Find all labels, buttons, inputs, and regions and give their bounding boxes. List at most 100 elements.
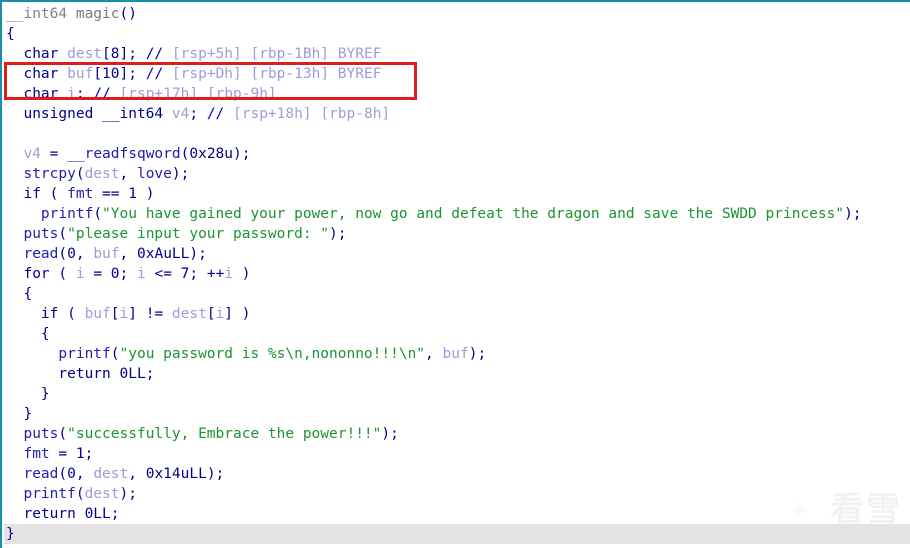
code-token: "please input your password: "	[67, 226, 330, 242]
code-token: buf	[67, 66, 94, 82]
code-line[interactable]: printf("you password is %s\n,nononno!!!\…	[4, 344, 910, 364]
code-token: dest	[171, 306, 207, 322]
code-line[interactable]: fmt = 1;	[4, 444, 910, 464]
code-token: ;	[110, 506, 120, 522]
code-token: dest	[67, 46, 103, 62]
code-line[interactable]: }	[4, 524, 910, 544]
code-token: ,	[75, 246, 94, 262]
code-token: ()	[119, 6, 137, 22]
code-line[interactable]: if ( fmt == 1 )	[4, 184, 910, 204]
code-line[interactable]: puts("please input your password: ");	[4, 224, 910, 244]
code-line[interactable]: printf("You have gained your power, now …	[4, 204, 910, 224]
code-token: //	[145, 66, 172, 82]
code-token: printf	[6, 206, 94, 222]
code-token: i	[137, 266, 146, 282]
code-token: ];	[119, 66, 146, 82]
code-token: __int64	[6, 6, 76, 22]
code-token: i	[67, 86, 76, 102]
code-token: 1	[128, 186, 137, 202]
code-line[interactable]: {	[4, 324, 910, 344]
code-line[interactable]: char buf[10]; // [rsp+Dh] [rbp-13h] BYRE…	[4, 64, 910, 84]
code-line[interactable]: if ( buf[i] != dest[i] )	[4, 304, 910, 324]
code-line[interactable]: }	[4, 384, 910, 404]
code-token: =	[40, 146, 68, 162]
code-token: ;	[84, 446, 94, 462]
code-token: return	[6, 366, 120, 382]
code-line[interactable]: return 0LL;	[4, 504, 910, 524]
code-token: ;	[189, 106, 207, 122]
code-token: printf	[6, 486, 76, 502]
code-token: magic	[75, 6, 120, 22]
code-line[interactable]: printf(dest);	[4, 484, 910, 504]
code-token: );	[329, 226, 347, 242]
code-token: );	[206, 466, 225, 482]
code-line[interactable]: v4 = __readfsqword(0x28u);	[4, 144, 910, 164]
pseudocode-editor[interactable]: __int64 magic(){ char dest[8]; // [rsp+5…	[0, 0, 910, 548]
code-line[interactable]: strcpy(dest, love);	[4, 164, 910, 184]
code-line[interactable]: unsigned __int64 v4; // [rsp+18h] [rbp-8…	[4, 104, 910, 124]
code-line[interactable]: return 0LL;	[4, 364, 910, 384]
code-token: 0	[67, 466, 76, 482]
code-token: );	[381, 426, 399, 442]
code-token: ,	[119, 166, 137, 182]
code-token: dest	[84, 166, 120, 182]
code-token: i	[119, 306, 129, 322]
code-line[interactable]: char dest[8]; // [rsp+5h] [rbp-1Bh] BYRE…	[4, 44, 910, 64]
code-token: (	[110, 346, 120, 362]
code-listing[interactable]: __int64 magic(){ char dest[8]; // [rsp+5…	[2, 2, 910, 548]
code-token: {	[6, 326, 50, 342]
code-token: char	[6, 46, 68, 62]
code-token: puts	[6, 426, 59, 442]
code-token: 0x28u	[189, 146, 234, 162]
code-token: ; ++	[189, 266, 225, 282]
code-token: printf	[6, 346, 111, 362]
code-token: 0x14uLL	[145, 466, 207, 482]
code-line[interactable]: read(0, dest, 0x14uLL);	[4, 464, 910, 484]
code-token: );	[171, 166, 190, 182]
code-token: [	[110, 306, 120, 322]
code-token: );	[468, 346, 487, 362]
code-line[interactable]: __int64 magic()	[4, 4, 910, 24]
code-token: char	[6, 66, 68, 82]
code-token: love	[136, 166, 172, 182]
code-line[interactable]	[4, 124, 910, 144]
code-line[interactable]: {	[4, 284, 910, 304]
code-token: 0xAuLL	[137, 246, 190, 262]
code-token: [rsp+Dh] [rbp-13h] BYREF	[171, 66, 382, 82]
code-token: 0	[67, 246, 76, 262]
code-token: __readfsqword	[67, 146, 181, 162]
code-token: i	[215, 306, 225, 322]
code-token: ,	[128, 466, 146, 482]
code-token: buf	[442, 346, 469, 362]
code-token: 1	[75, 446, 85, 462]
code-line[interactable]: }	[4, 404, 910, 424]
code-token: [rsp+18h] [rbp-8h]	[233, 106, 391, 122]
code-token: ,	[425, 346, 443, 362]
code-token: "successfully, Embrace the power!!!"	[67, 426, 382, 442]
code-token: "You have gained your power, now go and …	[102, 206, 845, 222]
code-line[interactable]: char i; // [rsp+17h] [rbp-9h]	[4, 84, 910, 104]
code-token: (	[75, 166, 85, 182]
code-line[interactable]: read(0, buf, 0xAuLL);	[4, 244, 910, 264]
code-token: (	[67, 306, 85, 322]
code-line[interactable]: for ( i = 0; i <= 7; ++i )	[4, 264, 910, 284]
code-token: puts	[6, 226, 59, 242]
code-token: 0	[110, 266, 120, 282]
code-token: 0LL	[119, 366, 146, 382]
code-token: if	[6, 306, 68, 322]
code-token: =	[49, 446, 76, 462]
code-token: char	[6, 86, 68, 102]
code-token: ;	[119, 266, 137, 282]
code-token: fmt	[67, 186, 94, 202]
code-token: }	[6, 526, 15, 542]
code-token: dest	[93, 466, 129, 482]
code-token: v4	[6, 146, 41, 162]
code-token: dest	[84, 486, 120, 502]
code-token: );	[844, 206, 862, 222]
code-token: [	[206, 306, 216, 322]
code-line[interactable]: puts("successfully, Embrace the power!!!…	[4, 424, 910, 444]
code-line[interactable]: {	[4, 24, 910, 44]
code-token: [	[102, 46, 111, 62]
code-token: (	[58, 266, 76, 282]
code-token: ];	[119, 46, 146, 62]
